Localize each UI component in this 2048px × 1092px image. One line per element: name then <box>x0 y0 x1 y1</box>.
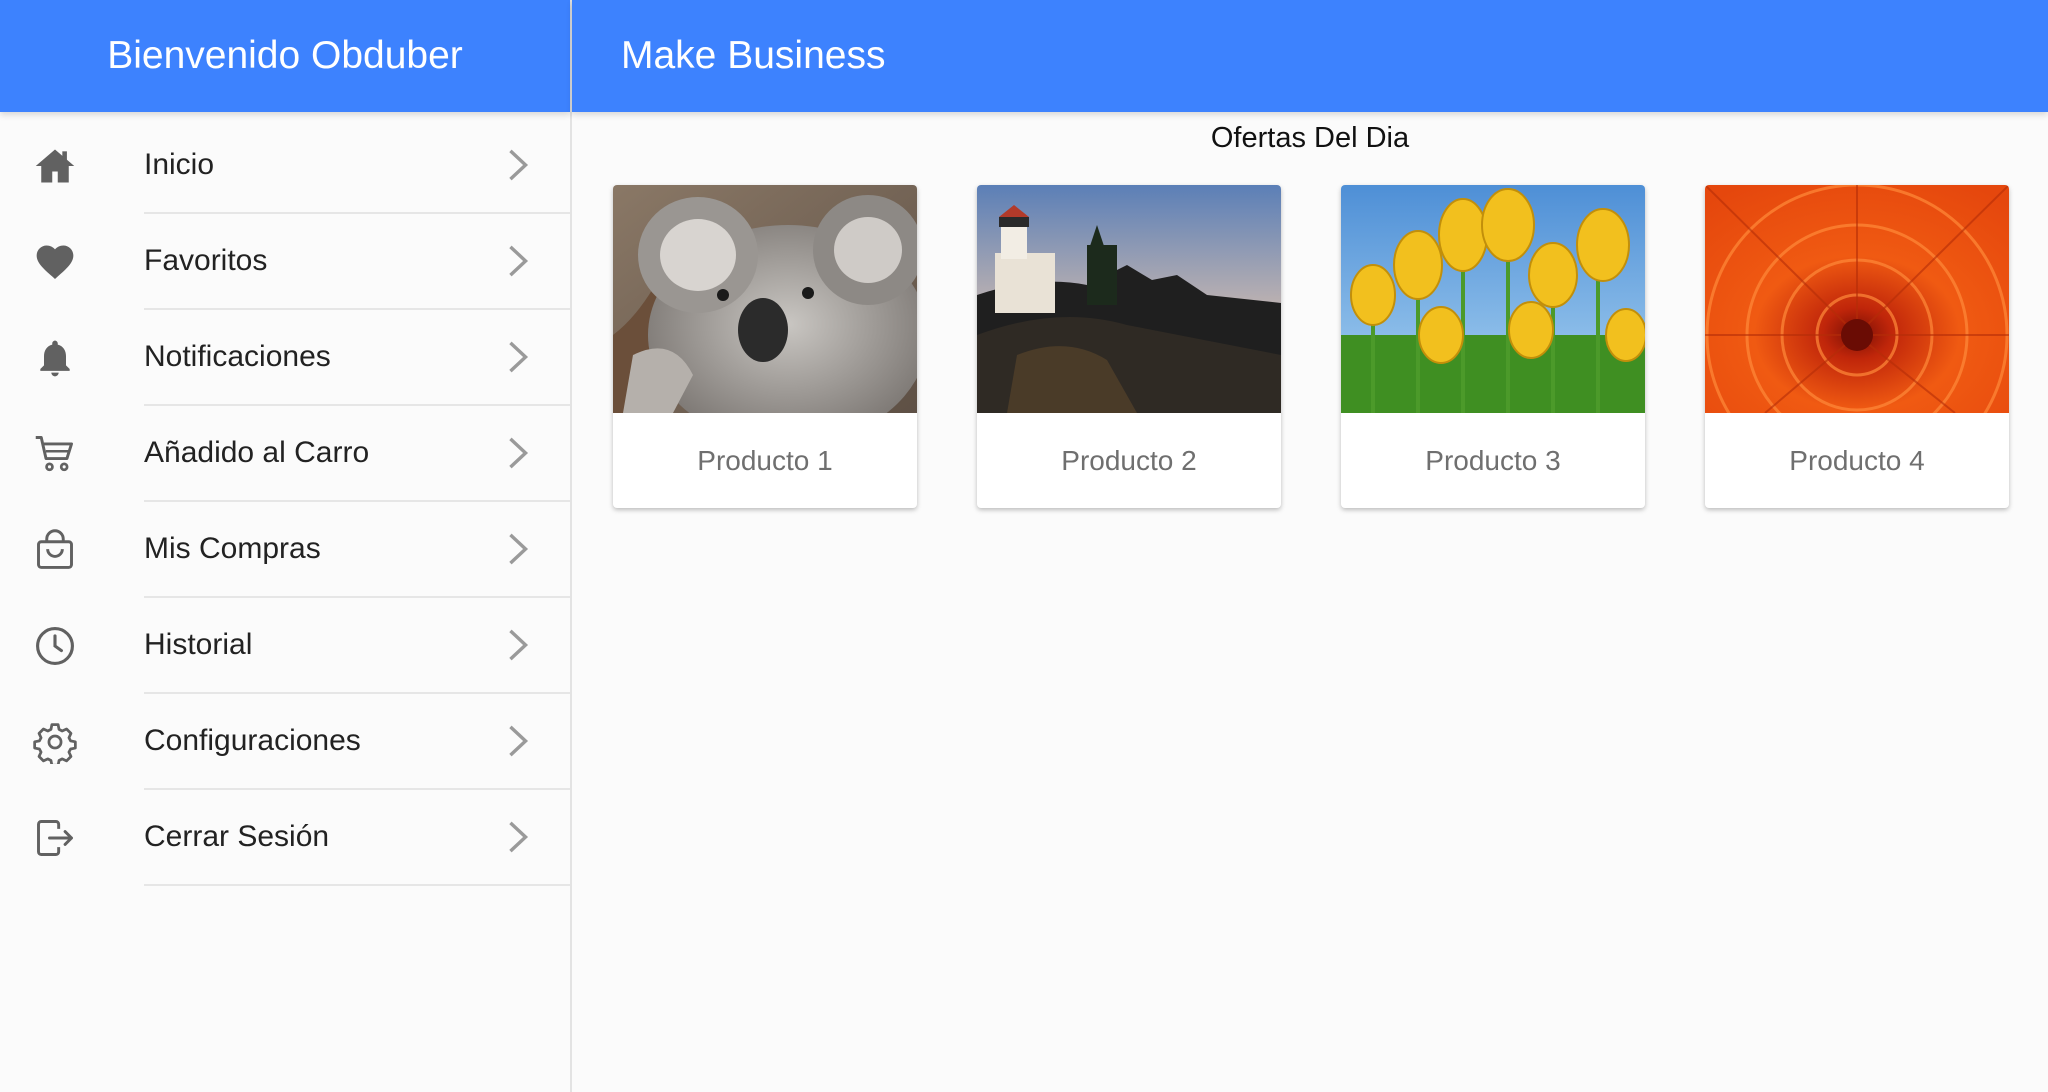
chevron-right-icon <box>506 820 530 854</box>
clock-icon <box>0 624 110 668</box>
sidebar-item-label: Configuraciones <box>144 724 361 757</box>
sidebar: Bienvenido Obduber Inicio Favoritos Noti… <box>0 0 572 1092</box>
app-header: Make Business <box>572 0 2048 112</box>
sidebar-item-historial[interactable]: Historial <box>0 598 570 694</box>
product-card[interactable]: Producto 1 <box>613 185 917 508</box>
welcome-text: Bienvenido Obduber <box>107 34 463 77</box>
product-name: Producto 3 <box>1425 444 1561 476</box>
chevron-right-icon <box>506 436 530 470</box>
bell-icon <box>0 336 110 380</box>
sidebar-item-label: Mis Compras <box>144 532 321 565</box>
sidebar-item-label: Notificaciones <box>144 340 331 373</box>
sidebar-item-carro[interactable]: Añadido al Carro <box>0 406 570 502</box>
product-card[interactable]: Producto 4 <box>1705 185 2009 508</box>
sidebar-item-mis-compras[interactable]: Mis Compras <box>0 502 570 598</box>
sidebar-item-cerrar-sesion[interactable]: Cerrar Sesión <box>0 790 570 886</box>
sidebar-item-label: Cerrar Sesión <box>144 820 330 853</box>
chevron-right-icon <box>506 628 530 662</box>
cart-icon <box>0 432 110 476</box>
section-title: Ofertas Del Dia <box>1210 122 1410 154</box>
shopping-bag-icon <box>0 528 110 572</box>
sidebar-item-label: Historial <box>144 628 253 661</box>
gear-icon <box>0 720 110 764</box>
sidebar-item-favoritos[interactable]: Favoritos <box>0 214 570 310</box>
chevron-right-icon <box>506 340 530 374</box>
sidebar-item-configuraciones[interactable]: Configuraciones <box>0 694 570 790</box>
tulips-photo <box>1341 185 1645 413</box>
app-title: Make Business <box>621 34 886 77</box>
sidebar-item-label: Favoritos <box>144 244 268 277</box>
product-card[interactable]: Producto 3 <box>1341 185 1645 508</box>
sidebar-item-label: Inicio <box>144 148 215 181</box>
sidebar-item-inicio[interactable]: Inicio <box>0 118 570 214</box>
product-name: Producto 2 <box>1061 444 1197 476</box>
logout-icon <box>0 816 110 860</box>
product-card[interactable]: Producto 2 <box>977 185 1281 508</box>
sidebar-item-notificaciones[interactable]: Notificaciones <box>0 310 570 406</box>
sidebar-header: Bienvenido Obduber <box>0 0 570 112</box>
chevron-right-icon <box>506 724 530 758</box>
chevron-right-icon <box>506 148 530 182</box>
main-content: Ofertas Del Dia Producto 1 Producto 2 Pr… <box>572 112 2048 1092</box>
chrysanthemum-photo <box>1705 185 2009 413</box>
koala-photo <box>613 185 917 413</box>
product-name: Producto 1 <box>697 444 833 476</box>
heart-icon <box>0 240 110 284</box>
sidebar-item-label: Añadido al Carro <box>144 436 370 469</box>
home-icon <box>0 144 110 188</box>
product-name: Producto 4 <box>1789 444 1925 476</box>
lighthouse-photo <box>977 185 1281 413</box>
sidebar-menu: Inicio Favoritos Notificaciones Añadido … <box>0 118 570 886</box>
chevron-right-icon <box>506 244 530 278</box>
chevron-right-icon <box>506 532 530 566</box>
